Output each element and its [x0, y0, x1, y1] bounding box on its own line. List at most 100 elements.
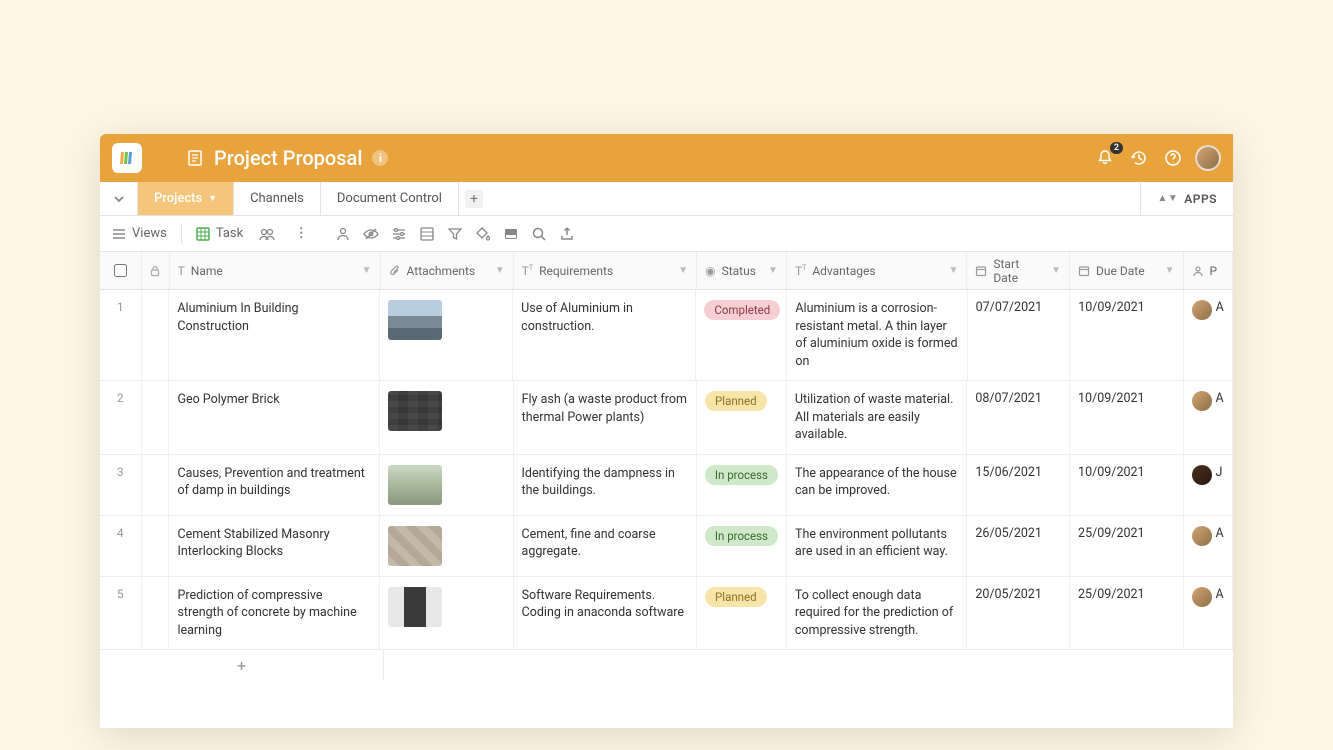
visibility-icon[interactable] [361, 224, 381, 244]
cell-advantages[interactable]: The environment pollutants are used in a… [787, 516, 967, 576]
table-row[interactable]: 4 Cement Stabilized Masonry Interlocking… [100, 516, 1233, 577]
task-view-button[interactable]: Task [196, 226, 243, 241]
cell-attachment[interactable] [380, 577, 513, 650]
cell-status[interactable]: In process [697, 455, 787, 515]
column-label: Due Date [1096, 264, 1145, 278]
column-label: Start Date [993, 257, 1045, 285]
cell-person[interactable]: J [1184, 455, 1233, 515]
tab-document-control[interactable]: Document Control [321, 182, 459, 215]
select-all-checkbox[interactable] [114, 264, 127, 277]
cell-due-date[interactable]: 10/09/2021 [1070, 381, 1184, 454]
row-number: 2 [100, 381, 142, 454]
cell-advantages[interactable]: Utilization of waste material. All mater… [787, 381, 967, 454]
column-header-due-date[interactable]: Due Date ▼ [1070, 252, 1183, 289]
cell-attachment[interactable] [380, 290, 513, 380]
cell-advantages[interactable]: Aluminium is a corrosion-resistant metal… [787, 290, 967, 380]
table-row[interactable]: 2 Geo Polymer Brick Fly ash (a waste pro… [100, 381, 1233, 455]
more-icon[interactable]: ⋮ [291, 224, 311, 244]
row-number: 4 [100, 516, 142, 576]
cell-person[interactable]: A [1184, 577, 1234, 650]
cell-advantages[interactable]: The appearance of the house can be impro… [787, 455, 967, 515]
cell-start-date[interactable]: 15/06/2021 [967, 455, 1070, 515]
people-icon[interactable] [333, 224, 353, 244]
app-logo[interactable] [112, 143, 142, 173]
cell-person[interactable]: A [1184, 381, 1234, 454]
apps-button[interactable]: ▲▼ APPS [1140, 182, 1233, 215]
cell-requirements[interactable]: Software Requirements. Coding in anacond… [514, 577, 697, 650]
cell-name[interactable]: Causes, Prevention and treatment of damp… [169, 455, 380, 515]
cell-start-date[interactable]: 07/07/2021 [968, 290, 1071, 380]
add-row-button[interactable]: + [100, 650, 384, 680]
views-button[interactable]: Views [112, 226, 167, 241]
add-row: + [100, 650, 1233, 680]
cell-attachment[interactable] [380, 381, 513, 454]
cell-status[interactable]: Planned [697, 577, 787, 650]
chevron-down-icon: ▼ [1051, 265, 1061, 276]
calendar-icon [975, 265, 987, 277]
column-header-person[interactable]: P [1184, 252, 1233, 289]
person-initial: A [1216, 587, 1224, 602]
tab-projects[interactable]: Projects ▼ [138, 182, 234, 215]
cell-person[interactable]: A [1184, 290, 1233, 380]
cell-attachment[interactable] [380, 455, 513, 515]
tab-channels[interactable]: Channels [234, 182, 321, 215]
cell-start-date[interactable]: 20/05/2021 [967, 577, 1070, 650]
column-header-attachments[interactable]: Attachments ▼ [381, 252, 514, 289]
notifications-button[interactable]: 2 [1093, 146, 1117, 170]
table-row[interactable]: 1 Aluminium In Building Construction Use… [100, 290, 1233, 381]
attachment-icon [389, 265, 401, 277]
cell-requirements[interactable]: Cement, fine and coarse aggregate. [514, 516, 697, 576]
export-icon[interactable] [557, 224, 577, 244]
column-header-status[interactable]: ◉ Status ▼ [697, 252, 787, 289]
person-initial: J [1216, 465, 1223, 480]
cell-status[interactable]: Planned [697, 381, 787, 454]
attachment-thumbnail [388, 391, 442, 431]
tabs-collapse-button[interactable] [100, 182, 138, 215]
column-label: P [1210, 264, 1218, 278]
info-icon[interactable]: i [372, 150, 388, 166]
cell-requirements[interactable]: Fly ash (a waste product from thermal Po… [514, 381, 697, 454]
column-header-advantages[interactable]: TT Advantages ▼ [787, 252, 967, 289]
cell-due-date[interactable]: 10/09/2021 [1070, 455, 1183, 515]
table-row[interactable]: 3 Causes, Prevention and treatment of da… [100, 455, 1233, 516]
row-height-icon[interactable] [417, 224, 437, 244]
row-number: 5 [100, 577, 142, 650]
cell-due-date[interactable]: 25/09/2021 [1070, 577, 1184, 650]
column-header-name[interactable]: T Name ▼ [170, 252, 381, 289]
cell-name[interactable]: Geo Polymer Brick [169, 381, 380, 454]
cell-requirements[interactable]: Use of Aluminium in construction. [513, 290, 696, 380]
cell-name[interactable]: Prediction of compressive strength of co… [169, 577, 380, 650]
menu-icon[interactable] [152, 146, 176, 170]
user-avatar[interactable] [1195, 145, 1221, 171]
column-header-start-date[interactable]: Start Date ▼ [967, 252, 1070, 289]
tab-label: Document Control [337, 191, 442, 206]
cell-start-date[interactable]: 08/07/2021 [967, 381, 1070, 454]
fill-color-icon[interactable] [473, 224, 493, 244]
status-badge: Completed [704, 300, 780, 320]
attachment-thumbnail [388, 300, 442, 340]
cell-attachment[interactable] [380, 516, 513, 576]
grid-header: T Name ▼ Attachments ▼ TT Requirements ▼… [100, 252, 1233, 290]
cell-due-date[interactable]: 25/09/2021 [1070, 516, 1183, 576]
history-icon[interactable] [1127, 146, 1151, 170]
cell-person[interactable]: A [1184, 516, 1233, 576]
share-users-icon[interactable] [257, 224, 277, 244]
cell-requirements[interactable]: Identifying the dampness in the building… [514, 455, 697, 515]
table-row[interactable]: 5 Prediction of compressive strength of … [100, 577, 1233, 651]
settings-sliders-icon[interactable] [389, 224, 409, 244]
card-icon[interactable] [501, 224, 521, 244]
filter-icon[interactable] [445, 224, 465, 244]
search-icon[interactable] [529, 224, 549, 244]
cell-due-date[interactable]: 10/09/2021 [1070, 290, 1183, 380]
page-title: Project Proposal [214, 146, 362, 170]
add-tab-button[interactable]: + [465, 190, 483, 208]
cell-status[interactable]: In process [697, 516, 787, 576]
column-header-requirements[interactable]: TT Requirements ▼ [514, 252, 697, 289]
cell-name[interactable]: Aluminium In Building Construction [169, 290, 380, 380]
help-icon[interactable] [1161, 146, 1185, 170]
chevron-down-icon: ▼ [495, 265, 505, 276]
cell-status[interactable]: Completed [696, 290, 787, 380]
cell-name[interactable]: Cement Stabilized Masonry Interlocking B… [169, 516, 380, 576]
cell-start-date[interactable]: 26/05/2021 [967, 516, 1070, 576]
cell-advantages[interactable]: To collect enough data required for the … [787, 577, 967, 650]
